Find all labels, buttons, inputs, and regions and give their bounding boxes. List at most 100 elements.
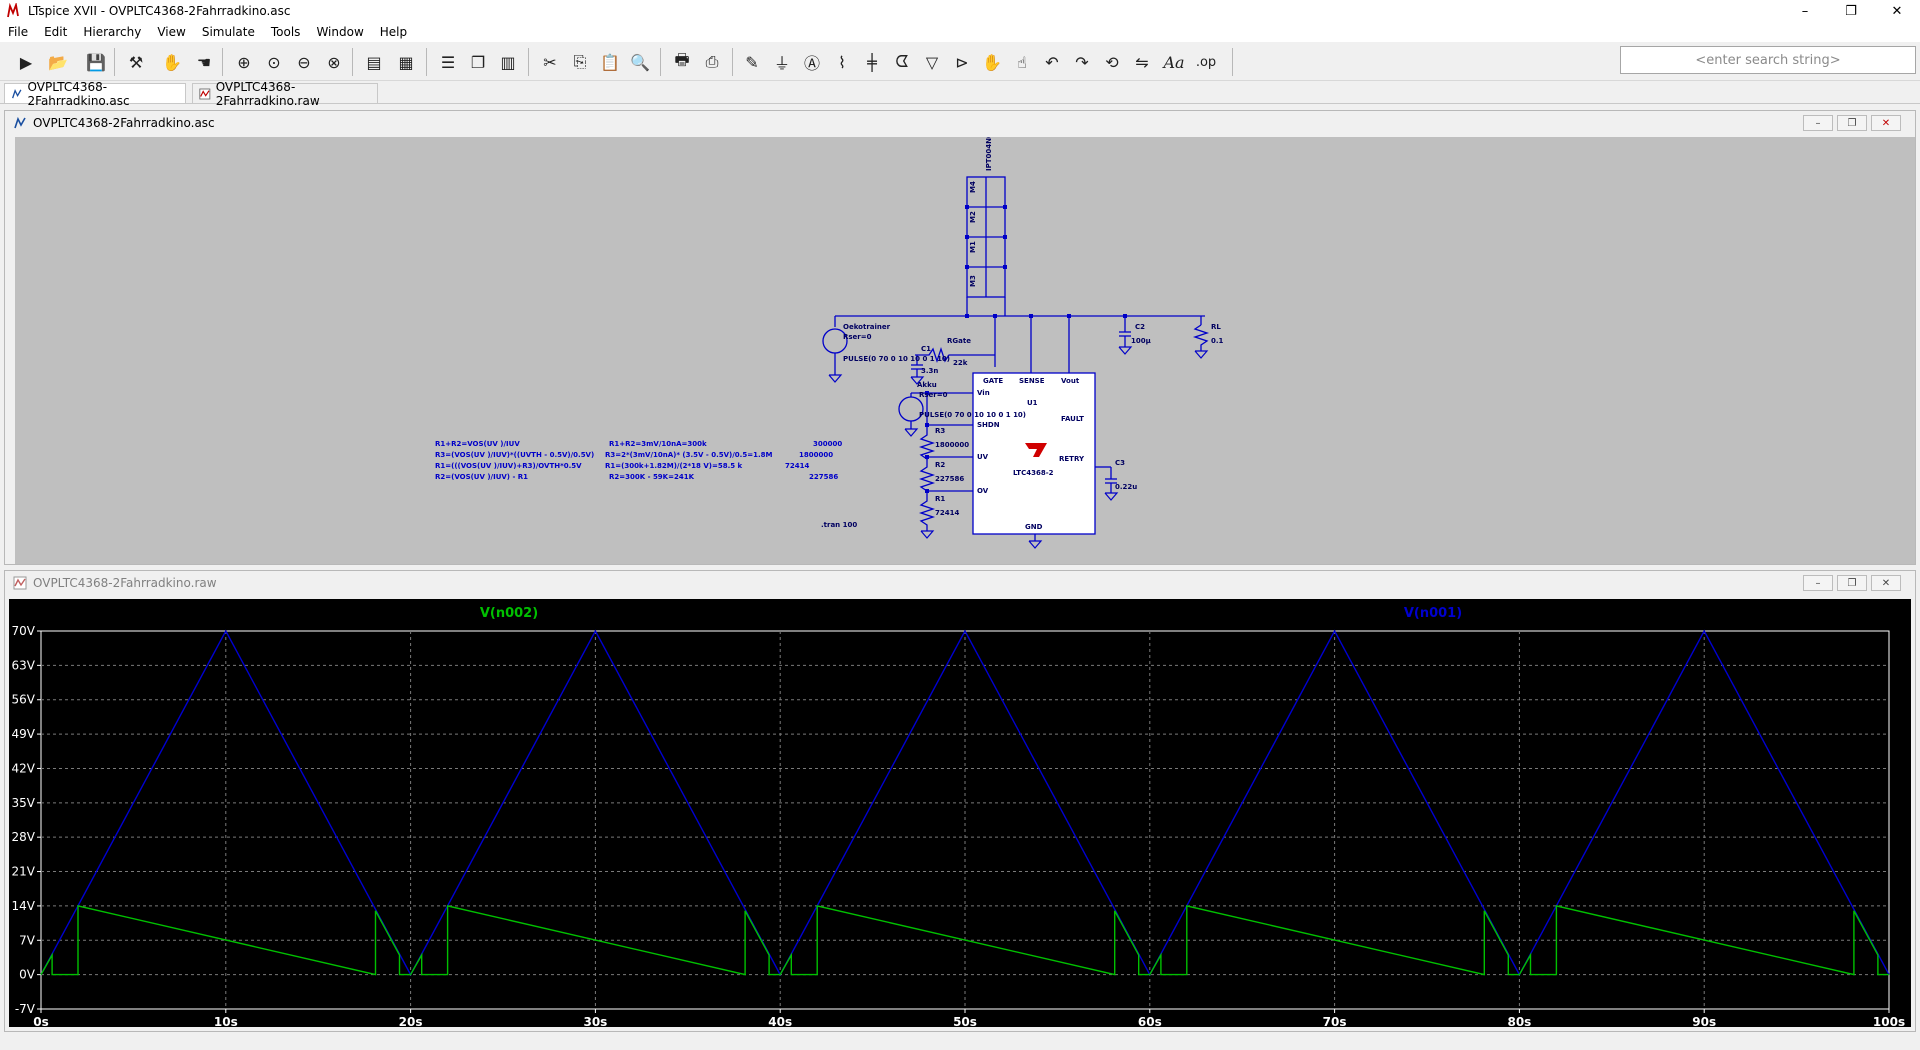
redo-icon[interactable]: ↷ [1070,50,1094,74]
waveform-icon [13,576,27,590]
y-tick-label: 63V [12,658,36,672]
x-tick-label: 10s [214,1015,238,1027]
zoom-in-icon[interactable]: ⊕ [232,50,256,74]
y-axis-ticks: 70V 63V 56V 49V 42V 35V 28V 21V 14V 7V 0V -7V [12,624,41,1016]
window-title: LTspice XVII - OVPLTC4368-2Fahrradkino.a… [28,4,291,18]
x-tick-label: 30s [583,1015,607,1027]
comment-calc: R1+R2=3mV/10nA=300k [609,440,707,448]
menu-edit[interactable]: Edit [36,25,75,39]
document-tabs: OVPLTC4368-2Fahrradkino.asc OVPLTC4368-2… [0,80,1920,108]
drag-icon[interactable]: ☝ [1010,50,1034,74]
schematic-icon [12,88,22,98]
close-button[interactable]: ✕ [1874,0,1920,22]
menu-hierarchy[interactable]: Hierarchy [75,25,149,39]
minimize-button[interactable]: – [1782,0,1828,22]
zoom-cancel-icon[interactable]: ⊗ [322,50,346,74]
open-icon[interactable]: 📂 [46,50,70,74]
toolbar-divider [732,48,733,76]
c2-value: 100µ [1131,337,1151,345]
control-panel-icon[interactable]: ⚒ [124,50,148,74]
schematic-window: OVPLTC4368-2Fahrradkino.asc – ❐ ✕ IPT004… [4,110,1916,565]
pin-fault: FAULT [1061,415,1084,423]
capacitor-icon[interactable]: ╪ [860,50,884,74]
legend-n001[interactable]: V(n001) [1404,606,1462,621]
waveform-plot-area[interactable]: V(n002) V(n001) 70V 63V 56V 49V 42V 35V 28V 21V… [9,599,1911,1029]
m2-label: M2 [969,211,977,223]
menu-help[interactable]: Help [372,25,415,39]
run-icon[interactable]: ▶ [14,50,38,74]
m3-label: M3 [969,275,977,287]
y-tick-label: 28V [12,830,36,844]
mdi-restore-button[interactable]: ❐ [1837,115,1867,131]
pin-sense: SENSE [1019,377,1045,385]
zoom-full-icon[interactable]: ⊙ [262,50,286,74]
tile-horizontal-icon[interactable]: ☰ [436,50,460,74]
tab-label: OVPLTC4368-2Fahrradkino.asc [27,79,130,108]
source1-rser: Rser=0 [843,333,872,341]
y-tick-label: 70V [12,624,36,638]
comment-formula: R3=(VOS(UV )/IUV)*((UVTH - 0.5V)/0.5V) [435,451,594,459]
toolbar-divider [528,48,529,76]
menu-view[interactable]: View [149,25,193,39]
plot-icon[interactable]: ▤ [362,50,386,74]
c3-value: 0.22u [1115,483,1137,491]
label-net-icon[interactable]: Ⓐ [800,50,824,74]
copy-icon[interactable]: ⎘ [568,50,592,74]
pin-vout: Vout [1061,377,1080,385]
print-icon[interactable]: 🖶 [670,50,694,74]
halt-icon[interactable]: ✋ [160,50,184,74]
rotate-icon[interactable]: ⟲ [1100,50,1124,74]
save-icon[interactable]: 💾 [84,50,108,74]
menu-bar: File Edit Hierarchy View Simulate Tools … [0,22,1920,42]
menu-tools[interactable]: Tools [263,25,309,39]
mirror-icon[interactable]: ⇋ [1130,50,1154,74]
inductor-icon[interactable]: ᗧ [890,50,914,74]
print-preview-icon[interactable]: ⎙ [700,50,724,74]
comment-calc: R1=(300k+1.82M)/(2*18 V)=58.5 k [605,462,743,470]
cut-icon[interactable]: ✂ [538,50,562,74]
component-icon[interactable]: ⊳ [950,50,974,74]
c1-value: 3.3n [921,367,938,375]
menu-simulate[interactable]: Simulate [194,25,263,39]
find-icon[interactable]: 🔍 [628,50,652,74]
maximize-button[interactable]: ❐ [1828,0,1874,22]
schematic-labels: IPT004N03L M4 M2 M1 M3 Oekotrainer Rser=… [821,137,1224,531]
m4-label: M4 [969,181,977,193]
schematic-drawing: IPT004N03L M4 M2 M1 M3 Oekotrainer Rser=… [435,137,1224,549]
tile-vertical-icon[interactable]: ▥ [496,50,520,74]
rgate-label: RGate [947,337,971,345]
mdi-restore-button[interactable]: ❐ [1837,575,1867,591]
ground-icon[interactable]: ⏚ [770,50,794,74]
rgate-value: 22k [953,359,968,367]
chart-grid [40,630,1890,1010]
close-icon: ✕ [1891,3,1903,19]
diode-icon[interactable]: ▽ [920,50,944,74]
search-input[interactable]: <enter search string> [1620,46,1916,74]
autorange-icon[interactable]: ▦ [394,50,418,74]
design-comments: R1+R2=VOS(UV )/IUV R1+R2=3mV/10nA=300k 3… [435,440,842,481]
mdi-close-button[interactable]: ✕ [1871,115,1901,131]
tab-schematic[interactable]: OVPLTC4368-2Fahrradkino.asc [4,80,186,108]
legend-n002[interactable]: V(n002) [480,606,538,621]
mdi-minimize-button[interactable]: – [1803,575,1833,591]
cascade-icon[interactable]: ❐ [466,50,490,74]
undo-icon[interactable]: ↶ [1040,50,1064,74]
text-icon[interactable]: Aa [1162,50,1186,74]
menu-window[interactable]: Window [308,25,371,39]
x-tick-label: 40s [768,1015,792,1027]
zoom-out-icon[interactable]: ⊖ [292,50,316,74]
move-icon[interactable]: ✋ [980,50,1004,74]
c1-label: C1 [921,345,931,353]
schematic-canvas[interactable]: IPT004N03L M4 M2 M1 M3 Oekotrainer Rser=… [15,137,1915,564]
tab-waveform[interactable]: OVPLTC4368-2Fahrradkino.raw [192,80,378,108]
pan-icon[interactable]: ☚ [192,50,216,74]
mdi-minimize-button[interactable]: – [1803,115,1833,131]
y-tick-label: -7V [15,1002,36,1016]
resistor-icon[interactable]: ⌇ [830,50,854,74]
paste-icon[interactable]: 📋 [598,50,622,74]
spice-directive-icon[interactable]: .op [1194,50,1218,74]
comment-formula: R2=(VOS(UV )/IUV) - R1 [435,473,528,481]
draw-wire-icon[interactable]: ✎ [740,50,764,74]
menu-file[interactable]: File [0,25,36,39]
mdi-close-button[interactable]: ✕ [1871,575,1901,591]
